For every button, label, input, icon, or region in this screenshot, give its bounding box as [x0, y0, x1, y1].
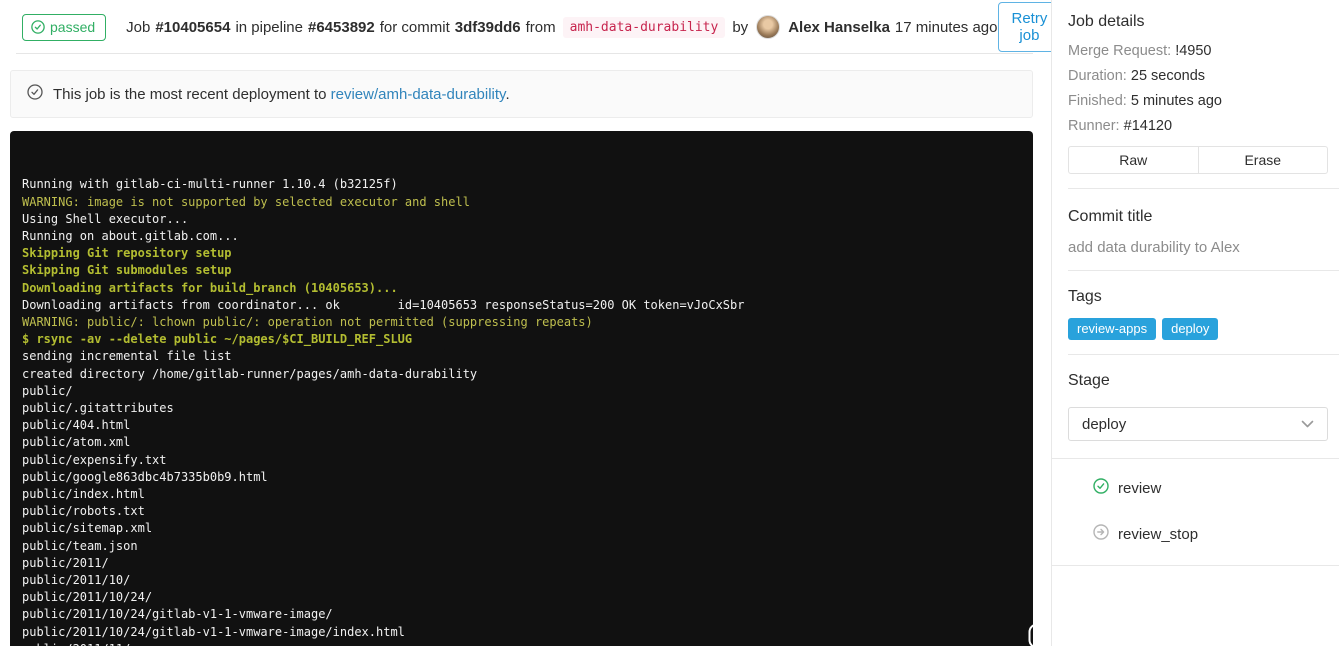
tag-list: review-apps deploy — [1068, 318, 1327, 340]
detail-runner: Runner: #14120 — [1068, 118, 1173, 134]
stage-dropdown[interactable]: deploy — [1068, 407, 1328, 441]
job-sidebar: Job details Merge Request: !4950 Duratio… — [1051, 0, 1339, 646]
build-log[interactable]: Running with gitlab-ci-multi-runner 1.10… — [10, 131, 1033, 646]
log-line: public/2011/10/24/ — [22, 590, 153, 605]
divider — [1068, 354, 1339, 355]
header-divider — [16, 53, 1033, 54]
log-line: public/index.html — [22, 487, 145, 502]
check-circle-icon — [27, 84, 43, 104]
log-line: Skipping Git repository setup — [22, 246, 232, 261]
log-line: Running with gitlab-ci-multi-runner 1.10… — [22, 177, 398, 192]
notice-text: This job is the most recent deployment t… — [53, 85, 510, 103]
check-circle-icon — [31, 19, 45, 34]
status-passed-icon — [1093, 478, 1109, 498]
detail-finished: Finished: 5 minutes ago — [1068, 93, 1222, 109]
log-line: public/team.json — [22, 538, 138, 553]
tag-badge: deploy — [1162, 318, 1219, 340]
commit-title-text: add data durability to Alex — [1068, 239, 1240, 256]
log-line: public/.gitattributes — [22, 401, 174, 416]
log-line: public/2011/10/24/gitlab-v1-1-vmware-ima… — [22, 607, 333, 622]
commit-title-heading: Commit title — [1068, 208, 1153, 225]
stage-job-name: review — [1118, 479, 1162, 497]
log-line: public/2011/10/ — [22, 573, 131, 588]
log-lines: Running with gitlab-ci-multi-runner 1.10… — [22, 176, 1021, 646]
stage-job-name: review_stop — [1118, 525, 1199, 543]
log-line: public/2011/11/ — [22, 641, 1021, 646]
author-name[interactable]: Alex Hanselka — [788, 19, 890, 36]
log-line: public/google863dbc4b7335b0b9.html — [22, 469, 268, 484]
log-action-buttons: Raw Erase — [1068, 146, 1328, 174]
scroll-to-bottom-button[interactable] — [995, 593, 1033, 646]
log-line: public/sitemap.xml — [22, 521, 153, 536]
stage-jobs-list: review review_stop — [1052, 458, 1339, 566]
stage-heading: Stage — [1068, 372, 1110, 389]
status-label: passed — [50, 18, 96, 35]
tag-badge: review-apps — [1068, 318, 1157, 340]
log-line: public/atom.xml — [22, 435, 131, 450]
job-label: Job — [126, 18, 151, 36]
log-line: public/2011/10/24/gitlab-v1-1-vmware-ima… — [22, 624, 405, 639]
job-header: passed Job #10405654 in pipeline #645389… — [10, 2, 1062, 52]
job-details-heading: Job details — [1068, 13, 1145, 30]
status-manual-icon — [1093, 524, 1109, 544]
environment-link[interactable]: review/amh-data-durability — [331, 86, 506, 103]
stage-job-review-stop[interactable]: review_stop — [1052, 511, 1339, 557]
log-line: public/404.html — [22, 418, 131, 433]
log-line: sending incremental file list — [22, 349, 232, 364]
log-line: Using Shell executor... — [22, 211, 189, 226]
log-line: public/2011/ — [22, 555, 109, 570]
stage-job-review[interactable]: review — [1052, 465, 1339, 511]
job-info: Job #10405654 in pipeline #6453892 for c… — [126, 15, 998, 39]
merge-request-link[interactable]: !4950 — [1175, 43, 1211, 59]
log-line: Skipping Git submodules setup — [22, 263, 232, 278]
time-ago: 17 minutes ago — [894, 18, 998, 36]
from-label: from — [525, 18, 556, 36]
raw-button[interactable]: Raw — [1068, 146, 1199, 174]
divider — [1068, 270, 1339, 271]
detail-merge-request: Merge Request: !4950 — [1068, 43, 1212, 59]
log-line: $ rsync -av --delete public ~/pages/$CI_… — [22, 332, 413, 347]
job-number-link[interactable]: #10405654 — [155, 19, 230, 36]
log-line: Downloading artifacts for build_branch (… — [22, 280, 398, 295]
deployment-notice: This job is the most recent deployment t… — [10, 70, 1033, 118]
main-column: passed Job #10405654 in pipeline #645389… — [10, 0, 1062, 646]
divider — [1068, 188, 1339, 189]
status-badge[interactable]: passed — [22, 13, 107, 41]
for-commit-label: for commit — [379, 18, 450, 36]
author-avatar[interactable] — [756, 15, 781, 39]
log-line: public/expensify.txt — [22, 452, 167, 467]
log-line: public/ — [22, 383, 73, 398]
branch-ref-badge[interactable]: amh-data-durability — [562, 16, 726, 38]
chevron-down-icon — [1301, 416, 1314, 433]
commit-sha-link[interactable]: 3df39dd6 — [455, 19, 521, 36]
in-pipeline-label: in pipeline — [235, 18, 303, 36]
erase-button[interactable]: Erase — [1197, 146, 1328, 174]
pipeline-number-link[interactable]: #6453892 — [308, 19, 375, 36]
stage-selected-value: deploy — [1082, 415, 1127, 433]
by-label: by — [732, 18, 749, 36]
tags-heading: Tags — [1068, 288, 1102, 305]
log-line: WARNING: image is not supported by selec… — [22, 194, 470, 209]
log-line: Running on about.gitlab.com... — [22, 229, 239, 244]
log-line: public/robots.txt — [22, 504, 145, 519]
log-line: created directory /home/gitlab-runner/pa… — [22, 366, 478, 381]
log-line: Downloading artifacts from coordinator..… — [22, 297, 745, 312]
detail-duration: Duration: 25 seconds — [1068, 68, 1206, 84]
log-line: WARNING: public/: lchown public/: operat… — [22, 315, 593, 330]
job-details-list: Merge Request: !4950 Duration: 25 second… — [1068, 39, 1327, 139]
